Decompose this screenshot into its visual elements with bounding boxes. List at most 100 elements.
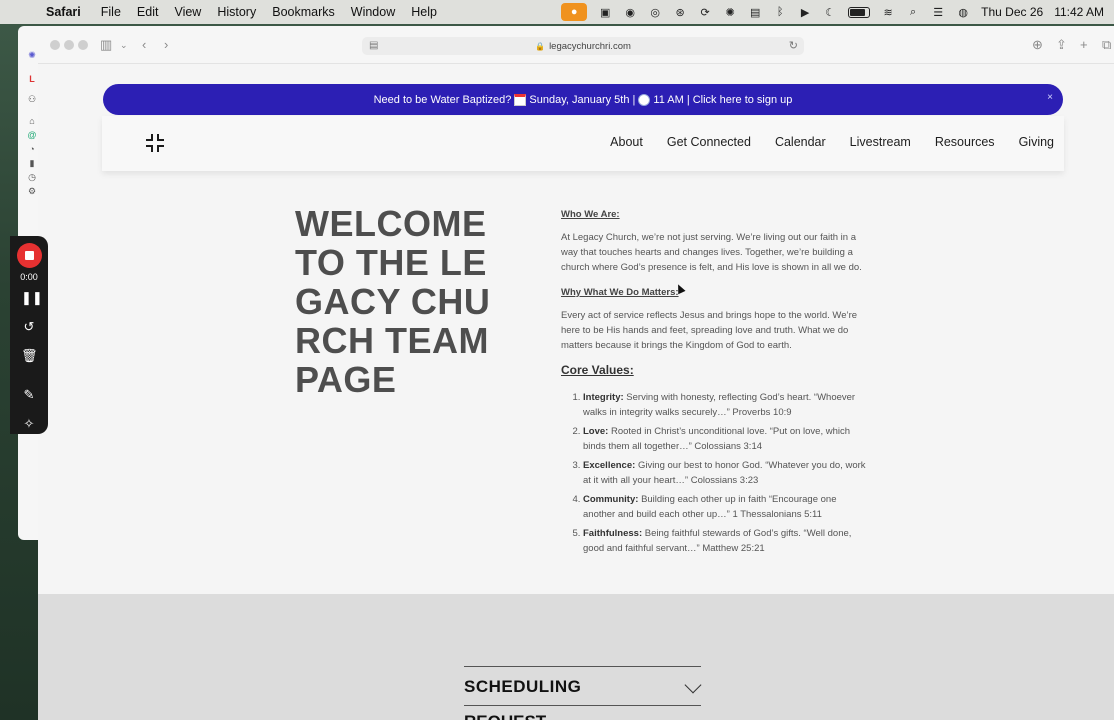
control-center-icon[interactable]: ☰: [931, 5, 945, 19]
network-icon[interactable]: ◎: [648, 5, 662, 19]
bluetooth-icon[interactable]: ᛒ: [773, 5, 787, 19]
siri-icon[interactable]: ◍: [956, 5, 970, 19]
stop-recording-button[interactable]: [17, 243, 42, 268]
moon-icon[interactable]: ☾: [823, 5, 837, 19]
brightness-icon[interactable]: ✺: [723, 5, 737, 19]
nav-calendar[interactable]: Calendar: [775, 135, 826, 149]
vpn-icon[interactable]: ⊛: [673, 5, 687, 19]
value-text: Rooted in Christ’s unconditional love. “…: [583, 426, 851, 452]
back-icon[interactable]: ‹: [142, 37, 146, 52]
window-icon[interactable]: ▤: [748, 5, 762, 19]
why-matters-text: Every act of service reflects Jesus and …: [561, 310, 858, 351]
list-item: Love: Rooted in Christ’s unconditional l…: [583, 424, 871, 454]
address-bar[interactable]: ▤ 🔒 legacychurchri.com ↻: [362, 37, 804, 55]
tab-overview-icon[interactable]: ⧉: [1102, 37, 1111, 53]
battery-icon[interactable]: [848, 6, 871, 18]
clock-icon[interactable]: ◷: [27, 172, 37, 182]
microphone-icon[interactable]: ●: [561, 3, 588, 21]
menu-window[interactable]: Window: [343, 5, 403, 19]
share-icon[interactable]: ⇪: [1056, 37, 1067, 53]
value-name: Faithfulness:: [583, 528, 643, 539]
browser-toolbar: ▥ ⌄ ‹ › ▤ 🔒 legacychurchri.com ↻ ⊕ ⇪ + ⧉: [38, 26, 1114, 64]
banner-text-2: Sunday, January 5th |: [529, 93, 636, 106]
list-item: Integrity: Serving with honesty, reflect…: [583, 390, 871, 420]
minimize-window-button[interactable]: [64, 40, 74, 50]
clock-icon: [638, 93, 651, 106]
effects-icon[interactable]: ✧: [21, 416, 37, 432]
menu-history[interactable]: History: [209, 5, 264, 19]
download-icon[interactable]: ⊕: [1032, 37, 1043, 53]
nav-resources[interactable]: Resources: [935, 135, 995, 149]
wifi-icon[interactable]: ≋: [881, 5, 895, 19]
people-icon[interactable]: ⚇: [27, 94, 37, 104]
menu-bookmarks[interactable]: Bookmarks: [264, 5, 343, 19]
recording-time: 0:00: [20, 272, 38, 282]
zoom-icon[interactable]: ◉: [623, 5, 637, 19]
forward-icon[interactable]: ›: [164, 37, 168, 52]
about-content: Who We Are: At Legacy Church, we’re not …: [561, 207, 871, 560]
url-text: legacychurchri.com: [549, 40, 631, 52]
list-item: Community: Building each other up in fai…: [583, 492, 871, 522]
menu-file[interactable]: File: [93, 5, 129, 19]
pen-icon[interactable]: ✎: [21, 387, 37, 403]
nav-livestream[interactable]: Livestream: [850, 135, 911, 149]
recording-toolbar: 0:00 ❚❚ ↺ 🗑 ✎ ✧: [10, 236, 48, 434]
safari-window: ▥ ⌄ ‹ › ▤ 🔒 legacychurchri.com ↻ ⊕ ⇪ + ⧉…: [38, 26, 1114, 720]
menu-help[interactable]: Help: [403, 5, 445, 19]
scheduling-accordion[interactable]: SCHEDULING: [464, 666, 702, 706]
menubar-time[interactable]: 11:42 AM: [1054, 5, 1104, 19]
announcement-banner[interactable]: Need to be Water Baptized? Sunday, Janua…: [103, 84, 1063, 115]
sidebar-toggle-icon[interactable]: ▥: [100, 37, 112, 53]
banner-text-3: 11 AM | Click here to sign up: [653, 93, 793, 106]
accordion-section: SCHEDULING REQUEST: [38, 594, 1114, 720]
app-icon[interactable]: ✺: [27, 50, 37, 60]
chevron-down-icon[interactable]: [684, 676, 702, 694]
screenshot-icon[interactable]: ▣: [598, 5, 612, 19]
value-text: Serving with honesty, reflecting God’s h…: [583, 392, 856, 418]
scheduling-title: SCHEDULING: [464, 677, 582, 696]
next-accordion-title[interactable]: REQUEST: [464, 712, 546, 720]
value-name: Community:: [583, 494, 639, 505]
apple-icon[interactable]: [12, 5, 24, 19]
bell-icon[interactable]: ◔: [27, 144, 37, 154]
menu-app-name[interactable]: Safari: [38, 5, 93, 19]
value-name: Love:: [583, 426, 609, 437]
close-icon[interactable]: ×: [1047, 92, 1053, 103]
zoom-window-button[interactable]: [78, 40, 88, 50]
menu-view[interactable]: View: [166, 5, 209, 19]
page-menu-icon[interactable]: ▤: [369, 40, 378, 51]
who-we-are-heading: Who We Are:: [561, 209, 620, 220]
lock-icon: 🔒: [535, 41, 546, 51]
pause-icon[interactable]: ❚❚: [21, 290, 43, 306]
new-tab-icon[interactable]: +: [1080, 37, 1088, 52]
value-name: Excellence:: [583, 460, 636, 471]
menu-edit[interactable]: Edit: [129, 5, 167, 19]
banner-text-1: Need to be Water Baptized?: [373, 93, 512, 106]
calendar-icon: [514, 93, 527, 106]
list-item: Faithfulness: Being faithful stewards of…: [583, 526, 871, 556]
menubar-date[interactable]: Thu Dec 26: [981, 5, 1043, 19]
letter-l-icon[interactable]: L: [27, 74, 37, 84]
at-icon[interactable]: @: [27, 130, 37, 140]
home-icon[interactable]: ⌂: [27, 116, 37, 126]
chevron-down-icon[interactable]: ⌄: [120, 40, 128, 51]
reload-icon[interactable]: ↻: [789, 39, 798, 52]
nav-about[interactable]: About: [610, 135, 643, 149]
restart-icon[interactable]: ↺: [21, 319, 37, 335]
list-item: Excellence: Giving our best to honor God…: [583, 458, 871, 488]
trash-icon[interactable]: 🗑: [21, 348, 38, 364]
nav-giving[interactable]: Giving: [1019, 135, 1054, 149]
sync-icon[interactable]: ⟳: [698, 5, 712, 19]
church-logo[interactable]: [146, 134, 164, 152]
core-values-heading: Core Values:: [561, 363, 634, 377]
nav-get-connected[interactable]: Get Connected: [667, 135, 751, 149]
web-page: Need to be Water Baptized? Sunday, Janua…: [38, 64, 1114, 720]
play-icon[interactable]: ▶: [798, 5, 812, 19]
value-name: Integrity:: [583, 392, 624, 403]
bookmark-icon[interactable]: ▮: [27, 158, 37, 168]
menu-bar: Safari File Edit View History Bookmarks …: [0, 0, 1114, 24]
who-we-are-text: At Legacy Church, we’re not just serving…: [561, 232, 862, 273]
settings-icon[interactable]: ⚙: [27, 186, 37, 196]
search-icon[interactable]: ⌕: [906, 5, 920, 19]
close-window-button[interactable]: [50, 40, 60, 50]
